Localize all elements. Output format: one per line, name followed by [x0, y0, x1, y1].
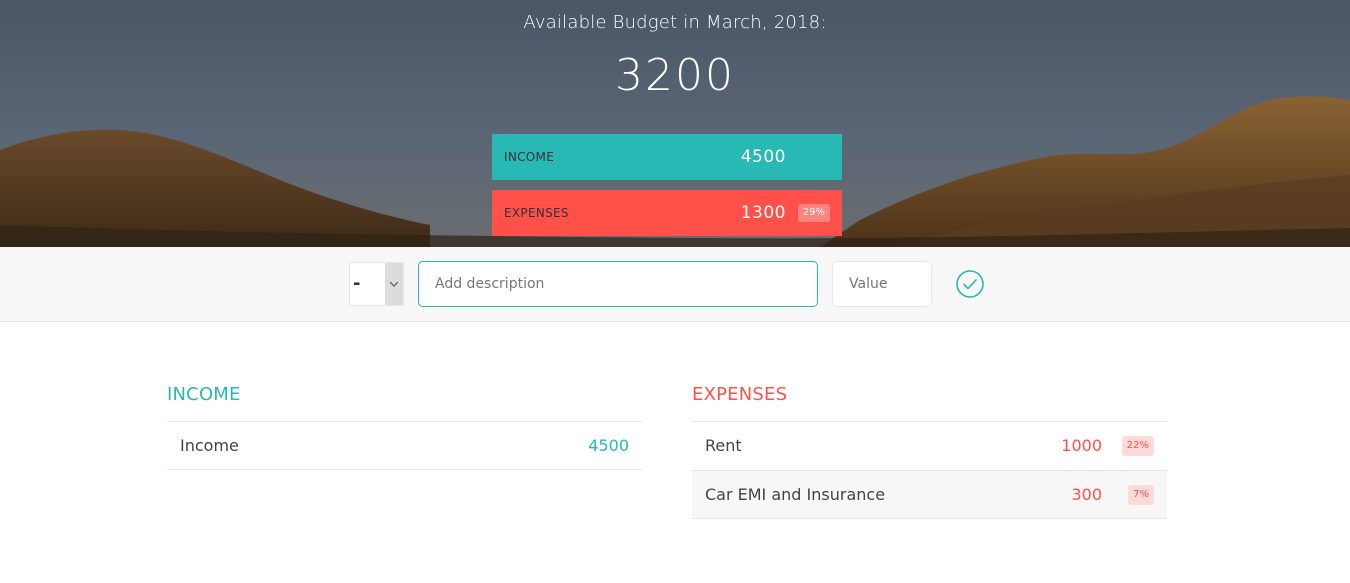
- list-item[interactable]: Car EMI and Insurance 300 7%: [692, 470, 1167, 519]
- item-description: Rent: [705, 436, 742, 455]
- list-item[interactable]: Rent 1000 22%: [692, 421, 1167, 470]
- check-circle-icon: [956, 270, 984, 298]
- add-entry-bar: -: [0, 247, 1350, 322]
- item-description: Car EMI and Insurance: [705, 485, 886, 504]
- budget-header: Available Budget in March, 2018: 3200 In…: [0, 0, 1350, 247]
- income-summary-label: Income: [504, 150, 555, 164]
- description-input[interactable]: [418, 261, 818, 307]
- expenses-list-title: Expenses: [692, 384, 788, 405]
- item-value: 300: [1071, 485, 1102, 504]
- item-percentage-badge: 7%: [1128, 485, 1154, 505]
- expenses-percentage-badge: 29%: [797, 204, 830, 222]
- income-summary-value: 4500: [740, 147, 786, 167]
- type-select[interactable]: -: [349, 262, 404, 306]
- expenses-summary: Expenses 1300 29%: [492, 190, 842, 236]
- item-value: 4500: [588, 436, 629, 455]
- add-button[interactable]: [954, 268, 986, 300]
- expenses-list: Rent 1000 22% Car EMI and Insurance 300 …: [692, 421, 1167, 519]
- list-item[interactable]: Income 4500: [167, 421, 642, 470]
- income-list: Income 4500: [167, 421, 642, 470]
- income-list-title: Income: [167, 384, 241, 405]
- available-budget-value: 3200: [615, 50, 735, 101]
- budget-title: Available Budget in March, 2018:: [523, 12, 827, 33]
- value-input[interactable]: [832, 261, 932, 307]
- type-select-value: -: [353, 273, 361, 294]
- expenses-summary-label: Expenses: [504, 206, 569, 220]
- item-description: Income: [180, 436, 239, 455]
- item-percentage-badge: 22%: [1121, 436, 1154, 456]
- income-summary: Income 4500: [492, 134, 842, 180]
- chevron-down-icon: [385, 263, 403, 305]
- item-value: 1000: [1061, 436, 1102, 455]
- expenses-summary-value: 1300: [740, 203, 786, 223]
